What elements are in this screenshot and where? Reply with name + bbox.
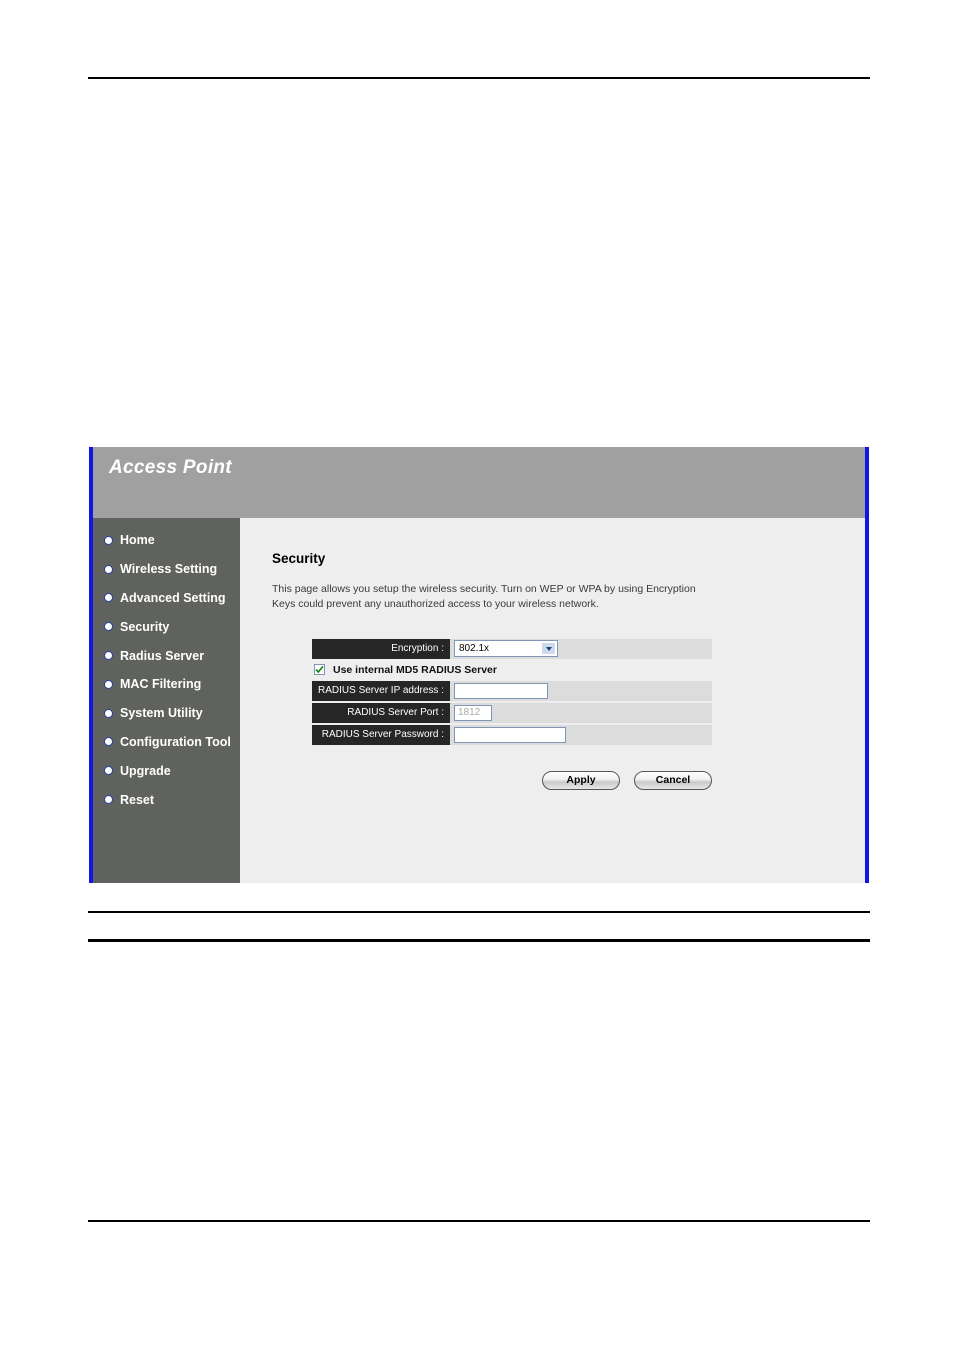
form-row-radius-port: RADIUS Server Port : [312,702,712,723]
encryption-select[interactable]: 802.1x [454,640,558,658]
security-form: Encryption : 802.1x Use internal MD5 RAD… [312,638,712,745]
sidebar-item-radius-server[interactable]: Radius Server [93,641,240,670]
radius-server-ip-input[interactable] [454,682,548,699]
radius-ip-label: RADIUS Server IP address : [312,680,450,701]
radius-password-label: RADIUS Server Password : [312,724,450,745]
radius-port-label: RADIUS Server Port : [312,702,450,723]
sidebar-item-label: Security [120,619,170,634]
internal-md5-checkbox[interactable] [314,664,325,676]
page-rule-middle-upper [88,911,870,913]
radius-password-field [450,725,566,745]
panel-title: Access Point [109,457,232,478]
sidebar-item-label: MAC Filtering [120,677,202,692]
bullet-icon [105,536,112,544]
bullet-icon [105,623,112,631]
sidebar-item-label: Home [120,533,155,548]
sidebar-item-system-utility[interactable]: System Utility [93,699,240,728]
form-row-radius-password: RADIUS Server Password : [312,724,712,745]
chevron-down-glyph [545,646,552,651]
sidebar-item-label: Configuration Tool [120,734,231,749]
sidebar-item-label: System Utility [120,706,203,721]
sidebar-item-label: Reset [120,792,155,807]
chevron-down-icon[interactable] [541,642,556,656]
bullet-icon [105,652,112,660]
sidebar-item-security[interactable]: Security [93,612,240,641]
form-row-encryption: Encryption : 802.1x [312,638,712,659]
bullet-icon [105,565,112,573]
access-point-admin-panel: Access Point Home Wireless Setting Advan… [89,447,869,883]
sidebar-item-label: Upgrade [120,763,171,778]
form-row-radius-ip: RADIUS Server IP address : [312,680,712,701]
sidebar-item-upgrade[interactable]: Upgrade [93,756,240,785]
encryption-label: Encryption : [312,638,450,659]
content-area: Security This page allows you setup the … [240,518,865,883]
page-title: Security [272,551,326,567]
page-rule-middle-lower [88,939,870,942]
bullet-icon [105,680,112,688]
cancel-button[interactable]: Cancel [634,770,712,790]
sidebar-item-label: Radius Server [120,648,205,663]
encryption-field: 802.1x [450,639,558,659]
sidebar-navigation: Home Wireless Setting Advanced Setting S… [93,518,240,883]
bullet-icon [105,738,112,746]
encryption-select-value: 802.1x [459,643,490,655]
sidebar-item-wireless-setting[interactable]: Wireless Setting [93,555,240,584]
bullet-icon [105,594,112,602]
form-actions: Apply Cancel [312,770,712,790]
panel-header: Access Point [93,447,865,518]
panel-body: Home Wireless Setting Advanced Setting S… [93,518,865,883]
radius-server-password-input[interactable] [454,726,566,743]
internal-md5-row: Use internal MD5 RADIUS Server [312,661,712,679]
sidebar-item-advanced-setting[interactable]: Advanced Setting [93,584,240,613]
bullet-icon [105,796,112,804]
page-rule-bottom [88,1220,870,1222]
bullet-icon [105,767,112,775]
page-rule-top [88,77,870,79]
internal-md5-label: Use internal MD5 RADIUS Server [333,663,497,676]
radius-port-field [450,703,492,723]
checkmark-icon [315,666,324,674]
radius-server-port-input[interactable] [454,704,492,721]
sidebar-item-mac-filtering[interactable]: MAC Filtering [93,670,240,699]
page-description: This page allows you setup the wireless … [272,583,696,611]
sidebar-item-reset[interactable]: Reset [93,785,240,814]
radius-ip-field [450,681,548,701]
bullet-icon [105,709,112,717]
sidebar-item-label: Wireless Setting [120,562,218,577]
sidebar-item-label: Advanced Setting [120,590,226,605]
apply-button[interactable]: Apply [542,770,620,790]
sidebar-item-configuration-tool[interactable]: Configuration Tool [93,728,240,757]
sidebar-item-home[interactable]: Home [93,526,240,555]
